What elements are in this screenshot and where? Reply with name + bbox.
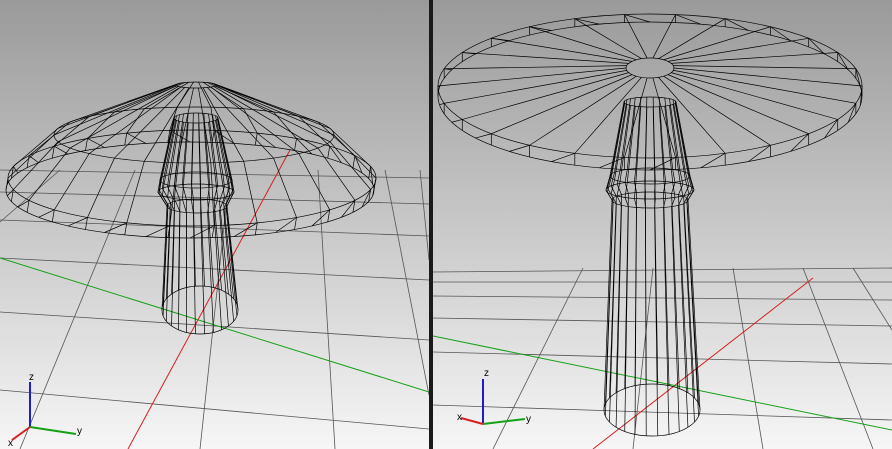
viewport-left-canvas[interactable]: z y x xyxy=(0,0,429,449)
gizmo-y-label: y xyxy=(77,426,82,437)
gizmo-z-label: z xyxy=(29,372,34,383)
viewport-left-background xyxy=(0,0,429,449)
gizmo-y-label: y xyxy=(526,414,531,425)
viewport-left[interactable]: z y x xyxy=(0,0,429,449)
gizmo-z-label: z xyxy=(484,368,489,379)
viewport-right-canvas[interactable]: z y x xyxy=(433,0,892,449)
gizmo-x-label: x xyxy=(457,412,462,423)
viewport-right[interactable]: z y x xyxy=(433,0,892,449)
modeling-app: z y x z y x xyxy=(0,0,892,449)
viewport-right-background xyxy=(433,0,892,449)
gizmo-x-label: x xyxy=(8,438,13,449)
